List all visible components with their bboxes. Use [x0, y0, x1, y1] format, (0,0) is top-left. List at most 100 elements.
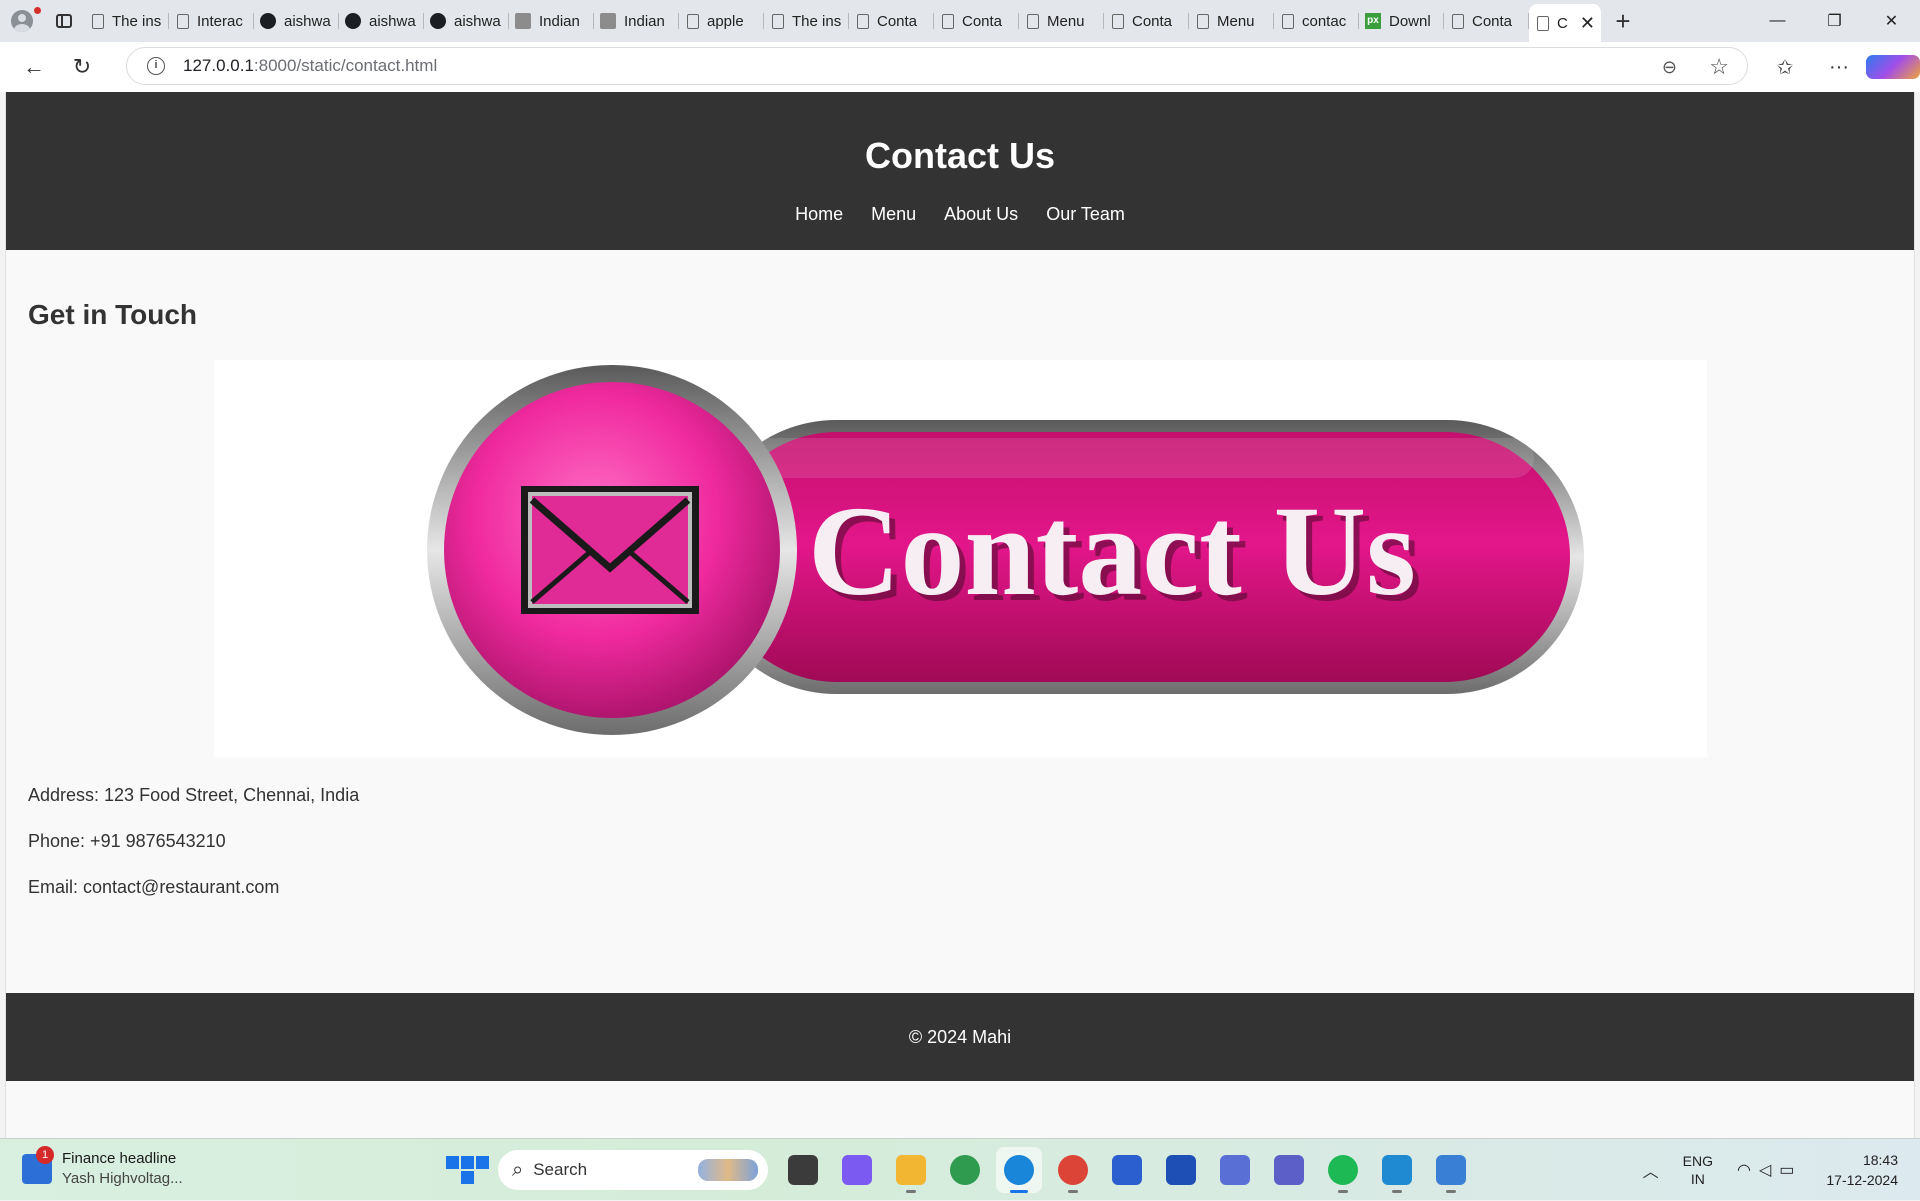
doc-icon — [687, 13, 699, 29]
tab-label: Downl — [1389, 12, 1431, 30]
region-code: IN — [1690, 1171, 1705, 1187]
banner-text: Contact Us — [808, 480, 1416, 622]
copilot-icon[interactable] — [834, 1147, 880, 1193]
task-view-icon[interactable] — [780, 1147, 826, 1193]
clock-time: 18:43 — [1862, 1152, 1898, 1168]
copilot-icon[interactable] — [1866, 55, 1920, 79]
teams-icon[interactable] — [1266, 1147, 1312, 1193]
contact-email: Email: contact@restaurant.com — [28, 877, 280, 897]
browser-tab[interactable]: contac — [1274, 5, 1359, 37]
tab-active[interactable]: C ✕ — [1529, 4, 1601, 42]
show-hidden-icons-button[interactable]: ︿ — [1643, 1158, 1659, 1182]
arc-icon[interactable] — [1212, 1147, 1258, 1193]
tab-label: Menu — [1047, 12, 1085, 30]
browser-tab[interactable]: Conta — [849, 5, 934, 37]
more-menu-icon[interactable]: ··· — [1812, 56, 1866, 79]
nav-team-link[interactable]: Our Team — [1046, 204, 1125, 225]
restore-button[interactable]: ❐ — [1806, 0, 1863, 42]
browser-tab[interactable]: Interac — [169, 5, 254, 37]
browser-tab[interactable]: Menu — [1019, 5, 1104, 37]
tab-label: Conta — [1472, 12, 1513, 30]
browser-tab[interactable]: Conta — [1444, 5, 1529, 37]
network-volume-battery-icons[interactable]: ◠◁▭ — [1737, 1160, 1802, 1180]
url-path: :8000/static/contact.html — [253, 56, 438, 75]
browser-tab[interactable]: Conta — [934, 5, 1019, 37]
zoom-out-icon[interactable]: ⊖ — [1662, 57, 1677, 78]
doc-icon — [177, 13, 189, 29]
browser-tab[interactable]: The ins — [764, 5, 849, 37]
browser-tab[interactable]: aishwa — [424, 5, 509, 37]
taskbar-search[interactable]: ⌕ Search — [498, 1150, 768, 1190]
search-highlight-image — [698, 1159, 758, 1181]
tab-label: The ins — [792, 12, 842, 30]
chrome-icon[interactable] — [1050, 1147, 1096, 1193]
tab-actions-button[interactable] — [44, 0, 84, 42]
clock-date: 17-12-2024 — [1826, 1172, 1898, 1188]
site-info-icon[interactable]: i — [147, 57, 165, 75]
nav-about-link[interactable]: About Us — [944, 204, 1018, 225]
minimize-button[interactable]: — — [1749, 0, 1806, 42]
contact-banner-graphic: Contact Us Contact Us — [426, 365, 1584, 735]
tab-label: aishwa — [369, 12, 416, 30]
taskbar-center: ⌕ Search — [444, 1147, 1478, 1193]
doc-icon — [1537, 15, 1549, 31]
tab-actions-icon — [56, 14, 72, 28]
browser-tab[interactable]: aishwa — [339, 5, 424, 37]
web-page: Contact Us Home Menu About Us Our Team G… — [5, 92, 1915, 1138]
widget-subtitle: Yash Highvoltag... — [62, 1170, 183, 1187]
notepad-icon[interactable] — [1428, 1147, 1474, 1193]
widget-badge: 1 — [36, 1146, 54, 1164]
window-controls: — ❐ ✕ — [1749, 0, 1920, 42]
new-tab-button[interactable]: + — [1601, 0, 1645, 42]
browser-tab[interactable]: Conta — [1104, 5, 1189, 37]
tab-close-button[interactable]: ✕ — [1580, 13, 1595, 34]
github-icon — [260, 13, 276, 29]
url-host: 127.0.0.1 — [183, 56, 254, 75]
image-icon — [515, 13, 531, 29]
favorite-star-icon[interactable]: ☆ — [1709, 54, 1729, 80]
doc-icon — [1197, 13, 1209, 29]
site-header: Contact Us Home Menu About Us Our Team — [6, 92, 1914, 250]
file-explorer-icon[interactable] — [888, 1147, 934, 1193]
clock[interactable]: 18:43 17-12-2024 — [1826, 1150, 1898, 1190]
browser-tab[interactable]: apple — [679, 5, 764, 37]
edge-icon[interactable] — [996, 1147, 1042, 1193]
tab-label: C — [1557, 14, 1568, 32]
windows-taskbar: 1 Finance headline Yash Highvoltag... ⌕ … — [0, 1138, 1920, 1200]
tab-label: Indian — [624, 12, 665, 30]
vscode-icon[interactable] — [1374, 1147, 1420, 1193]
notification-dot — [34, 7, 41, 14]
doc-icon — [772, 13, 784, 29]
nav-home-link[interactable]: Home — [795, 204, 843, 225]
search-placeholder: Search — [533, 1160, 588, 1179]
profile-button[interactable] — [0, 0, 44, 42]
tab-label: The ins — [112, 12, 162, 30]
spotify-icon[interactable] — [1320, 1147, 1366, 1193]
widget-title: Finance headline — [62, 1150, 177, 1167]
start-button[interactable] — [444, 1147, 490, 1193]
tab-list: The ins Interac aishwa aishwa aishwa Indian In… — [84, 0, 1529, 42]
language-indicator[interactable]: ENG IN — [1683, 1152, 1713, 1188]
l-app-icon[interactable] — [1158, 1147, 1204, 1193]
browser-tab[interactable]: The ins — [84, 5, 169, 37]
favorites-icon[interactable]: ✩ — [1758, 55, 1812, 80]
address-bar[interactable]: i 127.0.0.1:8000/static/contact.html ⊖ ☆ — [126, 47, 1748, 85]
tab-label: aishwa — [454, 12, 501, 30]
browser-tab[interactable]: aishwa — [254, 5, 339, 37]
browser-tab[interactable]: px Downl — [1359, 5, 1444, 37]
back-button[interactable]: ← — [10, 47, 58, 87]
reload-icon: ↻ — [72, 54, 92, 79]
reload-button[interactable]: ↻ — [58, 47, 106, 87]
news-widget[interactable]: 1 Finance headline Yash Highvoltag... — [22, 1146, 183, 1189]
section-heading: Get in Touch — [28, 299, 198, 330]
browser-tab[interactable]: Menu — [1189, 5, 1274, 37]
store-icon[interactable] — [1104, 1147, 1150, 1193]
close-window-button[interactable]: ✕ — [1863, 0, 1920, 42]
browser-tab[interactable]: Indian — [509, 5, 594, 37]
edge-beta-icon[interactable] — [942, 1147, 988, 1193]
image-icon — [600, 13, 616, 29]
site-footer: © 2024 Mahi — [6, 993, 1914, 1081]
url-text[interactable]: 127.0.0.1:8000/static/contact.html — [183, 56, 437, 76]
browser-tab[interactable]: Indian — [594, 5, 679, 37]
nav-menu-link[interactable]: Menu — [871, 204, 916, 225]
